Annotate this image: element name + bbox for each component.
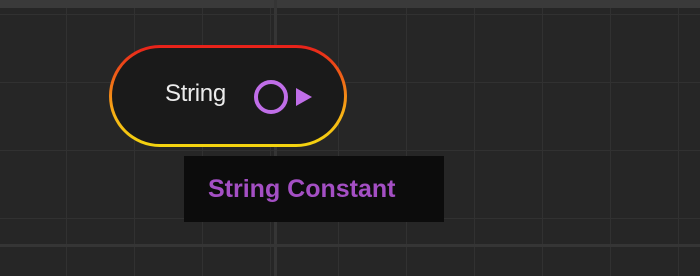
string-node[interactable]: String — [109, 45, 347, 147]
tooltip-text: String Constant — [208, 175, 396, 203]
tooltip: String Constant — [184, 156, 444, 222]
string-node-body: String — [112, 48, 344, 144]
output-pin-icon[interactable] — [252, 78, 322, 116]
pin-arrow — [296, 88, 312, 106]
canvas-top-edge — [0, 0, 700, 8]
graph-canvas[interactable] — [0, 0, 700, 276]
grid-axis-horizontal — [0, 244, 700, 247]
pin-ring — [254, 80, 288, 114]
node-title: String — [165, 80, 226, 107]
